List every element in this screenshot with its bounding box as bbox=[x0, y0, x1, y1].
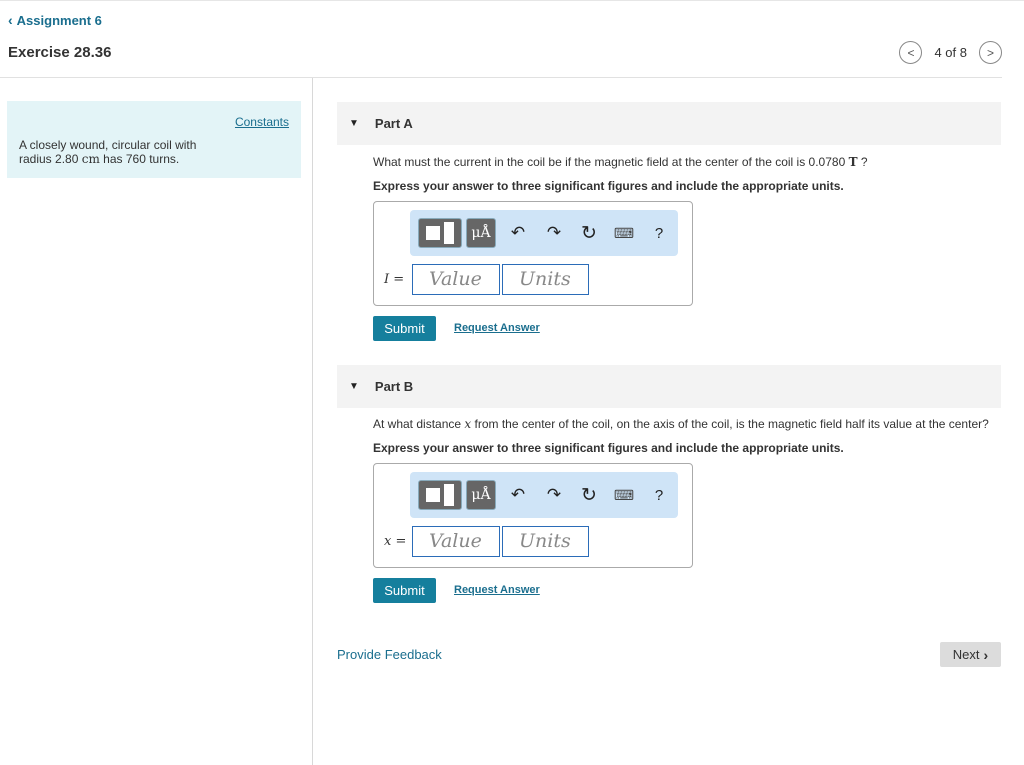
part-b-request-answer-link[interactable]: Request Answer bbox=[454, 584, 540, 596]
provide-feedback-link[interactable]: Provide Feedback bbox=[337, 647, 442, 662]
problem-statement: A closely wound, circular coil with radi… bbox=[19, 138, 219, 166]
part-a-instruction: Express your answer to three significant… bbox=[373, 179, 844, 193]
template-fraction-icon bbox=[444, 484, 454, 506]
exercise-title: Exercise 28.36 bbox=[8, 44, 112, 61]
part-a-request-answer-link[interactable]: Request Answer bbox=[454, 322, 540, 334]
part-b-answer-box: μÅ ↶ ↷ ↻ ⌨ ? x = Value Units bbox=[373, 463, 693, 568]
templates-button[interactable] bbox=[418, 480, 462, 510]
keyboard-icon[interactable]: ⌨ bbox=[611, 482, 637, 508]
part-b-label: Part B bbox=[374, 379, 414, 394]
next-button-label: Next bbox=[952, 647, 980, 662]
problem-text-post: has 760 turns. bbox=[99, 152, 180, 166]
math-toolbar: μÅ ↶ ↷ ↻ ⌨ ? bbox=[410, 210, 678, 256]
part-b-submit-button[interactable]: Submit bbox=[373, 578, 436, 603]
pager: < 4 of 8 > bbox=[899, 41, 1002, 64]
next-item-button[interactable]: > bbox=[979, 41, 1002, 64]
part-a-submit-button[interactable]: Submit bbox=[373, 316, 436, 341]
pager-position: 4 of 8 bbox=[934, 45, 967, 60]
template-square-icon bbox=[426, 488, 440, 502]
problem-panel: Constants A closely wound, circular coil… bbox=[7, 101, 301, 178]
back-link-label: Assignment 6 bbox=[16, 12, 102, 28]
chevron-right-icon: › bbox=[983, 646, 989, 663]
part-a-question-text: What must the current in the coil be if … bbox=[373, 155, 849, 169]
math-toolbar: μÅ ↶ ↷ ↻ ⌨ ? bbox=[410, 472, 678, 518]
part-b-instruction: Express your answer to three significant… bbox=[373, 441, 844, 455]
part-a-units-input[interactable]: Units bbox=[502, 264, 589, 295]
help-icon[interactable]: ? bbox=[646, 482, 672, 508]
problem-unit: cm bbox=[81, 152, 100, 166]
templates-button[interactable] bbox=[418, 218, 462, 248]
template-square-icon bbox=[426, 226, 440, 240]
undo-icon[interactable]: ↶ bbox=[505, 482, 531, 508]
chevron-left-icon: ‹ bbox=[8, 12, 13, 28]
part-a-question: What must the current in the coil be if … bbox=[373, 155, 868, 169]
part-a-variable-label: I = bbox=[384, 272, 404, 287]
part-b-header[interactable]: ▼ Part B bbox=[337, 365, 1001, 408]
part-a-answer-box: μÅ ↶ ↷ ↻ ⌨ ? I = Value Units bbox=[373, 201, 693, 306]
keyboard-icon[interactable]: ⌨ bbox=[611, 220, 637, 246]
reset-icon[interactable]: ↻ bbox=[576, 482, 602, 508]
part-a-question-end: ? bbox=[857, 155, 868, 169]
collapse-triangle-icon: ▼ bbox=[349, 118, 359, 129]
part-a-value-input[interactable]: Value bbox=[412, 264, 500, 295]
part-a-header[interactable]: ▼ Part A bbox=[337, 102, 1001, 145]
units-button[interactable]: μÅ bbox=[466, 480, 496, 510]
constants-link[interactable]: Constants bbox=[235, 115, 289, 129]
template-fraction-icon bbox=[444, 222, 454, 244]
help-icon[interactable]: ? bbox=[646, 220, 672, 246]
undo-icon[interactable]: ↶ bbox=[505, 220, 531, 246]
part-b-question: At what distance x from the center of th… bbox=[373, 417, 989, 431]
units-button[interactable]: μÅ bbox=[466, 218, 496, 248]
next-button[interactable]: Next › bbox=[940, 642, 1001, 667]
chevron-right-icon: > bbox=[986, 45, 994, 60]
equals-sign: = bbox=[391, 534, 407, 549]
chevron-left-icon: < bbox=[907, 45, 915, 60]
part-b-question-end: from the center of the coil, on the axis… bbox=[471, 417, 989, 431]
part-a-question-unit: T bbox=[848, 155, 858, 169]
collapse-triangle-icon: ▼ bbox=[349, 381, 359, 392]
back-to-assignment-link[interactable]: ‹ Assignment 6 bbox=[8, 12, 102, 28]
header-divider bbox=[0, 77, 1002, 78]
part-b-units-input[interactable]: Units bbox=[502, 526, 589, 557]
top-border bbox=[0, 0, 1024, 1]
part-b-variable-label: x = bbox=[384, 534, 406, 549]
part-b-value-input[interactable]: Value bbox=[412, 526, 500, 557]
redo-icon[interactable]: ↷ bbox=[541, 220, 567, 246]
equals-sign: = bbox=[389, 272, 405, 287]
reset-icon[interactable]: ↻ bbox=[576, 220, 602, 246]
column-divider bbox=[312, 78, 313, 765]
part-a-label: Part A bbox=[374, 116, 413, 131]
part-b-question-text: At what distance bbox=[373, 417, 465, 431]
previous-item-button[interactable]: < bbox=[899, 41, 923, 64]
redo-icon[interactable]: ↷ bbox=[541, 482, 567, 508]
